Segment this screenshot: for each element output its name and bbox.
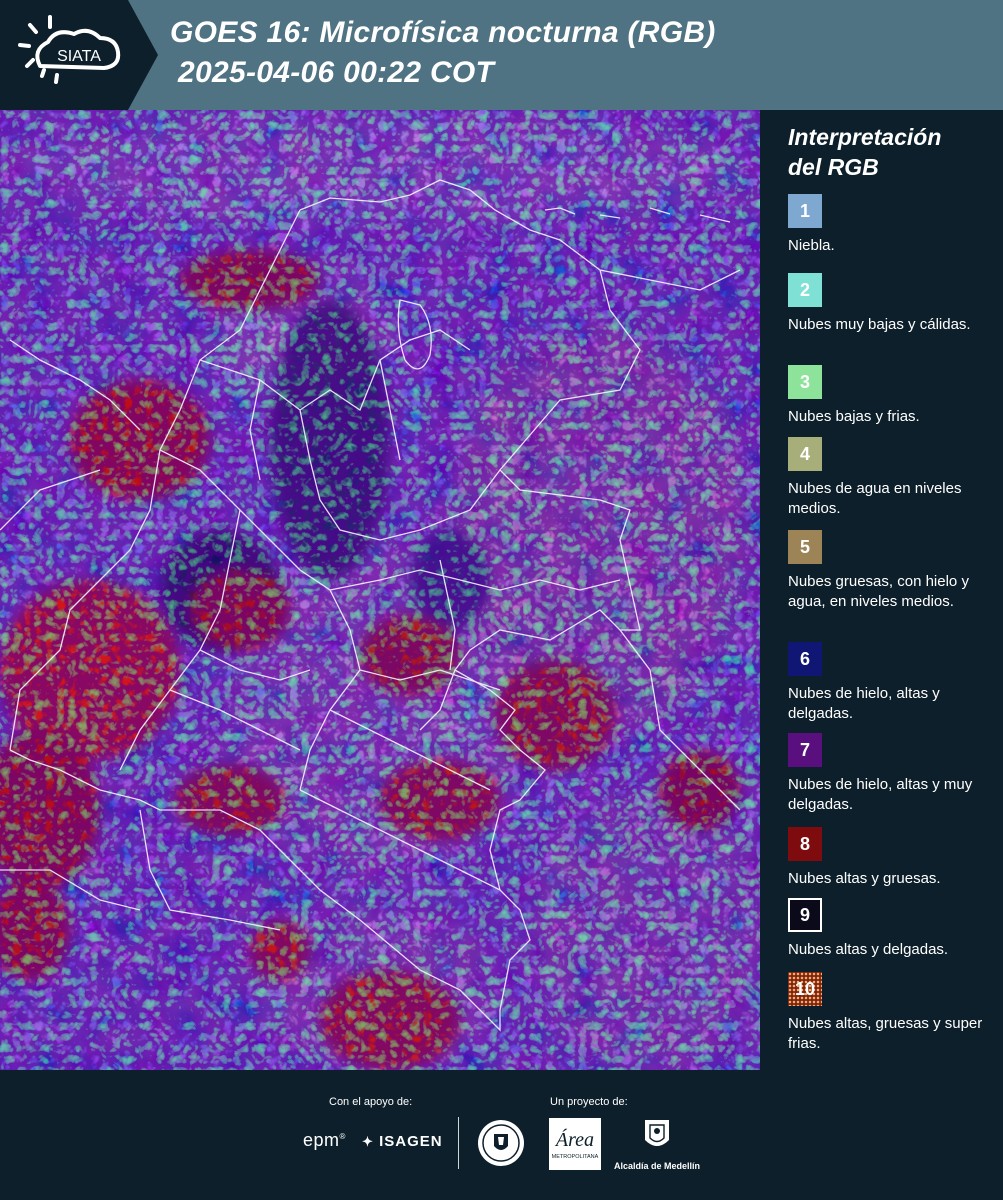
page-title-product: GOES 16: Microfísica nocturna (RGB) [170, 16, 716, 49]
legend-label: Nubes gruesas, con hielo y agua, en nive… [788, 573, 969, 610]
legend-swatch: 8 [788, 827, 822, 861]
svg-text:Área: Área [554, 1128, 594, 1151]
legend-swatch: 3 [788, 365, 822, 399]
legend-item-4: 4 Nubes de agua en niveles medios. [788, 437, 993, 519]
legend-swatch: 10 [788, 972, 822, 1006]
isagen-logo: ✦ ISAGEN [362, 1133, 443, 1150]
satellite-map [0, 110, 760, 1070]
legend-item-7: 7 Nubes de hielo, altas y muy delgadas. [788, 733, 993, 815]
legend-label: Nubes de agua en niveles medios. [788, 480, 962, 517]
legend-title: Interpretación del RGB [788, 124, 942, 180]
legend-item-9: 9 Nubes altas y delgadas. [788, 898, 993, 960]
legend-item-1: 1 Niebla. [788, 194, 993, 256]
legend-item-5: 5 Nubes gruesas, con hielo y agua, en ni… [788, 530, 993, 612]
svg-text:METROPOLITANA: METROPOLITANA [552, 1154, 599, 1160]
legend-label: Nubes muy bajas y cálidas. [788, 316, 971, 333]
alcaldia-medellin-logo: Alcaldía de Medellín [612, 1118, 702, 1171]
legend-swatch: 5 [788, 530, 822, 564]
project-label: Un proyecto de: [550, 1096, 628, 1108]
legend-item-2: 2 Nubes muy bajas y cálidas. [788, 273, 993, 335]
legend-item-10: 10 Nubes altas, gruesas y super frias. [788, 972, 993, 1054]
legend-swatch: 9 [788, 898, 822, 932]
legend-swatch: 7 [788, 733, 822, 767]
legend-swatch: 2 [788, 273, 822, 307]
epm-logo: epm® [303, 1130, 346, 1150]
area-metropolitana-logo: Área METROPOLITANA [549, 1118, 601, 1175]
legend-item-8: 8 Nubes altas y gruesas. [788, 827, 993, 889]
header-bar: SIATA GOES 16: Microfísica nocturna (RGB… [0, 0, 1003, 110]
legend-label: Nubes bajas y frias. [788, 408, 920, 425]
isagen-mark-icon: ✦ [362, 1134, 374, 1149]
svg-text:SIATA: SIATA [57, 48, 101, 65]
legend-swatch: 6 [788, 642, 822, 676]
legend-swatch: 1 [788, 194, 822, 228]
legend-label: Nubes altas, gruesas y super frias. [788, 1015, 983, 1052]
rgb-legend: Interpretación del RGB 1 Niebla. 2 Nubes… [762, 110, 1003, 1070]
support-label: Con el apoyo de: [329, 1096, 413, 1108]
footer: Con el apoyo de: Un proyecto de: epm® ✦ … [0, 1070, 1003, 1200]
legend-label: Nubes altas y gruesas. [788, 870, 941, 887]
municipal-seal-icon [476, 1118, 526, 1173]
legend-label: Nubes altas y delgadas. [788, 941, 949, 958]
legend-swatch: 4 [788, 437, 822, 471]
page-title-timestamp: 2025-04-06 00:22 COT [178, 56, 495, 89]
siata-logo: SIATA [0, 0, 158, 110]
legend-label: Nubes de hielo, altas y delgadas. [788, 685, 940, 722]
footer-divider [458, 1117, 459, 1169]
legend-item-3: 3 Nubes bajas y frias. [788, 365, 993, 427]
legend-label: Niebla. [788, 237, 835, 254]
legend-label: Nubes de hielo, altas y muy delgadas. [788, 776, 973, 813]
legend-item-6: 6 Nubes de hielo, altas y delgadas. [788, 642, 993, 724]
alcaldia-shield-icon [645, 1120, 669, 1146]
